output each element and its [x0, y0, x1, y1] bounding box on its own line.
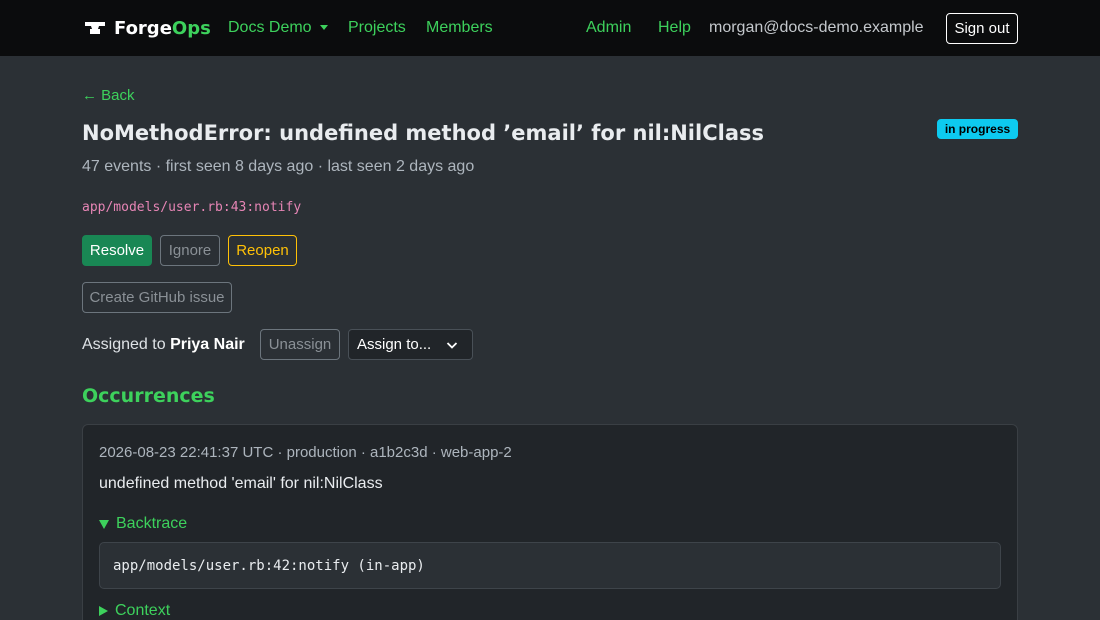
brand-logo-link[interactable]: ForgeOps [84, 16, 211, 40]
back-link[interactable]: ← Back [82, 87, 135, 105]
unassign-button[interactable]: Unassign [260, 329, 340, 360]
status-badge: in progress [937, 119, 1018, 139]
create-github-issue-button[interactable]: Create GitHub issue [82, 282, 232, 313]
issue-meta: 47 events · first seen 8 days ago · last… [82, 158, 475, 175]
nav-help[interactable]: Help [658, 18, 691, 38]
project-dropdown-label: Docs Demo [228, 19, 312, 36]
brand-name-accent: Ops [171, 17, 211, 39]
top-navbar: ForgeOps Docs Demo Projects Members Admi… [0, 0, 1100, 56]
sign-out-button[interactable]: Sign out [946, 13, 1018, 44]
backtrace-line: app/models/user.rb:42:notify (in-app) [99, 542, 1001, 589]
brand-name-primary: Forge [114, 17, 172, 39]
occurrence-card: 2026-08-23 22:41:37 UTC · production · a… [82, 424, 1018, 620]
assigned-prefix: Assigned to [82, 336, 166, 353]
project-dropdown[interactable]: Docs Demo [228, 18, 328, 38]
expanded-triangle-icon [99, 519, 109, 529]
assign-to-select-value: Assign to... [357, 336, 432, 353]
backtrace-label: Backtrace [116, 515, 188, 532]
nav-members[interactable]: Members [426, 18, 493, 38]
context-label: Context [115, 602, 171, 619]
nav-admin[interactable]: Admin [586, 18, 631, 38]
issue-location: app/models/user.rb:43:notify [82, 200, 302, 215]
assignment-text: Assigned to Priya Nair [82, 335, 245, 355]
backtrace-toggle[interactable]: Backtrace [99, 514, 187, 534]
caret-down-icon [319, 25, 328, 31]
occurrences-heading: Occurrences [82, 385, 215, 407]
user-email: morgan@docs-demo.example [709, 19, 924, 36]
reopen-button[interactable]: Reopen [228, 235, 297, 266]
assign-to-select[interactable]: Assign to... [348, 329, 473, 360]
occurrence-message: undefined method 'email' for nil:NilClas… [99, 475, 383, 492]
collapsed-triangle-icon [99, 606, 108, 616]
ignore-button[interactable]: Ignore [160, 235, 220, 266]
context-toggle[interactable]: Context [99, 601, 170, 620]
assignee-name: Priya Nair [170, 336, 245, 353]
anvil-icon [85, 22, 105, 34]
issue-title: NoMethodError: undefined method ’email’ … [82, 121, 764, 145]
occurrence-meta: 2026-08-23 22:41:37 UTC · production · a… [99, 444, 512, 461]
chevron-down-icon [446, 342, 458, 349]
resolve-button[interactable]: Resolve [82, 235, 152, 266]
nav-projects[interactable]: Projects [348, 18, 406, 38]
